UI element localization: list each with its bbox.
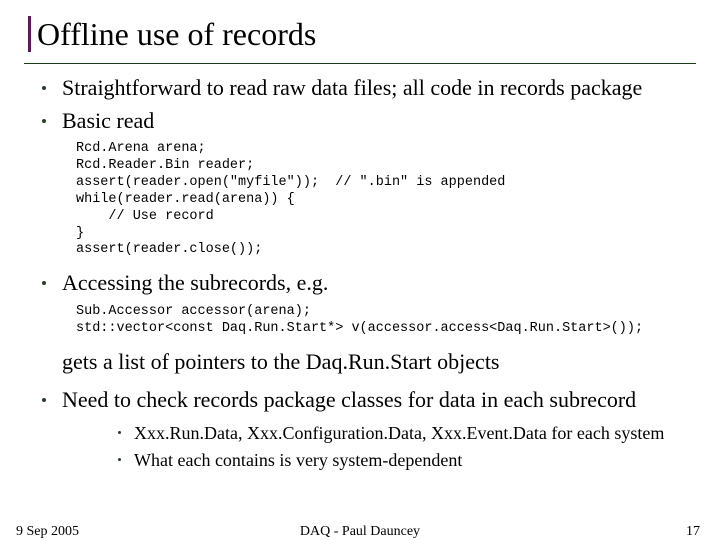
sub-bullet-item: What each contains is very system-depend… [122, 448, 692, 472]
sub-bullet-list: Xxx.Run.Data, Xxx.Configuration.Data, Xx… [122, 421, 692, 473]
code-block-2: Sub.Accessor accessor(arena); std::vecto… [76, 304, 720, 338]
slide-title: Offline use of records [24, 10, 696, 63]
bullet-text: Need to check records package classes fo… [62, 387, 636, 412]
bullet-list: Need to check records package classes fo… [48, 386, 692, 472]
bullet-text: Basic read [62, 108, 154, 133]
slide: Offline use of records Straightforward t… [0, 10, 720, 540]
page-number: 17 [686, 524, 700, 540]
footer-author: DAQ - Paul Dauncey [0, 524, 720, 540]
title-text: Offline use of records [28, 16, 316, 52]
sub-bullet-text: What each contains is very system-depend… [134, 450, 462, 470]
bullet-list: Accessing the subrecords, e.g. [48, 269, 692, 298]
sub-bullet-item: Xxx.Run.Data, Xxx.Configuration.Data, Xx… [122, 421, 692, 445]
continuation-text: gets a list of pointers to the Daq.Run.S… [62, 348, 692, 377]
title-rule: Offline use of records [24, 10, 696, 64]
bullet-item: Basic read [48, 107, 692, 136]
bullet-list: Straightforward to read raw data files; … [48, 74, 692, 135]
sub-bullet-text: Xxx.Run.Data, Xxx.Configuration.Data, Xx… [134, 423, 664, 443]
bullet-text: Accessing the subrecords, e.g. [62, 270, 328, 295]
bullet-item: Straightforward to read raw data files; … [48, 74, 692, 103]
bullet-text: Straightforward to read raw data files; … [62, 75, 642, 100]
bullet-item: Accessing the subrecords, e.g. [48, 269, 692, 298]
bullet-item: Need to check records package classes fo… [48, 386, 692, 472]
code-block-1: Rcd.Arena arena; Rcd.Reader.Bin reader; … [76, 141, 720, 259]
